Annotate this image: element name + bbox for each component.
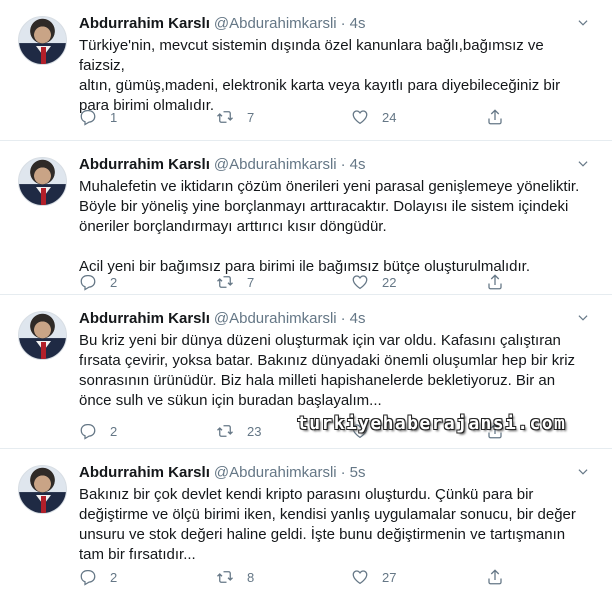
retweet-count: 7	[247, 109, 255, 125]
separator-dot: ·	[340, 15, 346, 32]
chevron-down-icon[interactable]	[576, 16, 590, 30]
reply-button[interactable]: 2	[79, 567, 117, 587]
reply-icon	[80, 109, 96, 126]
tweet-header: Abdurrahim Karslı @Abdurahimkarsli · 4s	[79, 155, 366, 175]
retweet-icon	[217, 111, 233, 123]
avatar[interactable]	[18, 311, 67, 360]
tweet-time[interactable]: 4s	[350, 310, 366, 327]
tweet-time[interactable]: 4s	[350, 156, 366, 173]
share-button[interactable]	[486, 272, 504, 292]
reply-icon	[80, 274, 96, 291]
like-count: 24	[382, 109, 397, 125]
retweet-button[interactable]: 8	[216, 567, 254, 587]
tweet-time[interactable]: 5s	[350, 464, 366, 481]
author-name[interactable]: Abdurrahim Karslı	[79, 15, 210, 32]
chevron-down-icon[interactable]	[576, 311, 590, 325]
tweet-text: Muhalefetin ve iktidarın çözüm önerileri…	[79, 178, 580, 275]
tweet-header: Abdurrahim Karslı @Abdurahimkarsli · 4s	[79, 309, 366, 329]
reply-button[interactable]: 2	[79, 272, 117, 292]
reply-count: 2	[110, 423, 118, 439]
retweet-icon	[217, 571, 233, 583]
reply-count: 2	[110, 274, 118, 290]
author-name[interactable]: Abdurrahim Karslı	[79, 156, 210, 173]
tweet-actions: 2 8 27	[79, 567, 519, 587]
author-name[interactable]: Abdurrahim Karslı	[79, 310, 210, 327]
retweet-button[interactable]: 23	[216, 421, 261, 441]
tweet-header: Abdurrahim Karslı @Abdurahimkarsli · 5s	[79, 463, 366, 483]
avatar[interactable]	[18, 157, 67, 206]
tweet-text: Bu kriz yeni bir dünya düzeni oluşturmak…	[79, 332, 576, 409]
share-button[interactable]	[486, 107, 504, 127]
retweet-icon	[217, 425, 233, 437]
avatar[interactable]	[18, 465, 67, 514]
tweet-actions: 2 7 22	[79, 272, 519, 292]
retweet-count: 7	[247, 274, 255, 290]
author-name[interactable]: Abdurrahim Karslı	[79, 464, 210, 481]
tweet-text: Türkiye'nin, mevcut sistemin dışında öze…	[79, 37, 561, 114]
heart-icon	[352, 110, 368, 125]
chevron-down-icon[interactable]	[576, 157, 590, 171]
like-count: 22	[382, 274, 397, 290]
tweet[interactable]: Abdurrahim Karslı @Abdurahimkarsli · 5s Bak…	[0, 449, 612, 605]
author-handle[interactable]: @Abdurahimkarsli	[214, 156, 337, 173]
reply-button[interactable]: 2	[79, 421, 117, 441]
author-handle[interactable]: @Abdurahimkarsli	[214, 310, 337, 327]
share-icon	[488, 109, 502, 125]
like-button[interactable]: 24	[351, 107, 396, 127]
tweet-time[interactable]: 4s	[350, 15, 366, 32]
tweet-text: Bakınız bir çok devlet kendi kripto para…	[79, 486, 576, 563]
separator-dot: ·	[340, 310, 346, 327]
reply-icon	[80, 569, 96, 586]
retweet-icon	[217, 276, 233, 288]
retweet-count: 23	[247, 423, 262, 439]
author-handle[interactable]: @Abdurahimkarsli	[214, 464, 337, 481]
tweet[interactable]: Abdurrahim Karslı @Abdurahimkarsli · 4s Tür…	[0, 0, 612, 141]
tweet-actions: 1 7 24	[79, 107, 519, 127]
tweet[interactable]: Abdurrahim Karslı @Abdurahimkarsli · 4s Muh…	[0, 141, 612, 295]
separator-dot: ·	[340, 156, 346, 173]
reply-button[interactable]: 1	[79, 107, 117, 127]
reply-icon	[80, 423, 96, 440]
tweet-header: Abdurrahim Karslı @Abdurahimkarsli · 4s	[79, 14, 366, 34]
like-button[interactable]: 27	[351, 567, 396, 587]
like-count: 27	[382, 569, 397, 585]
like-button[interactable]: 22	[351, 272, 396, 292]
retweet-count: 8	[247, 569, 255, 585]
reply-count: 2	[110, 569, 118, 585]
share-button[interactable]	[486, 567, 504, 587]
chevron-down-icon[interactable]	[576, 465, 590, 479]
separator-dot: ·	[340, 464, 346, 481]
retweet-button[interactable]: 7	[216, 272, 254, 292]
share-icon	[488, 569, 502, 585]
heart-icon	[352, 570, 368, 585]
author-handle[interactable]: @Abdurahimkarsli	[214, 15, 337, 32]
heart-icon	[352, 275, 368, 290]
reply-count: 1	[110, 109, 118, 125]
avatar[interactable]	[18, 16, 67, 65]
watermark: turkiyehaberajansi.com	[297, 413, 567, 434]
share-icon	[488, 274, 502, 290]
retweet-button[interactable]: 7	[216, 107, 254, 127]
